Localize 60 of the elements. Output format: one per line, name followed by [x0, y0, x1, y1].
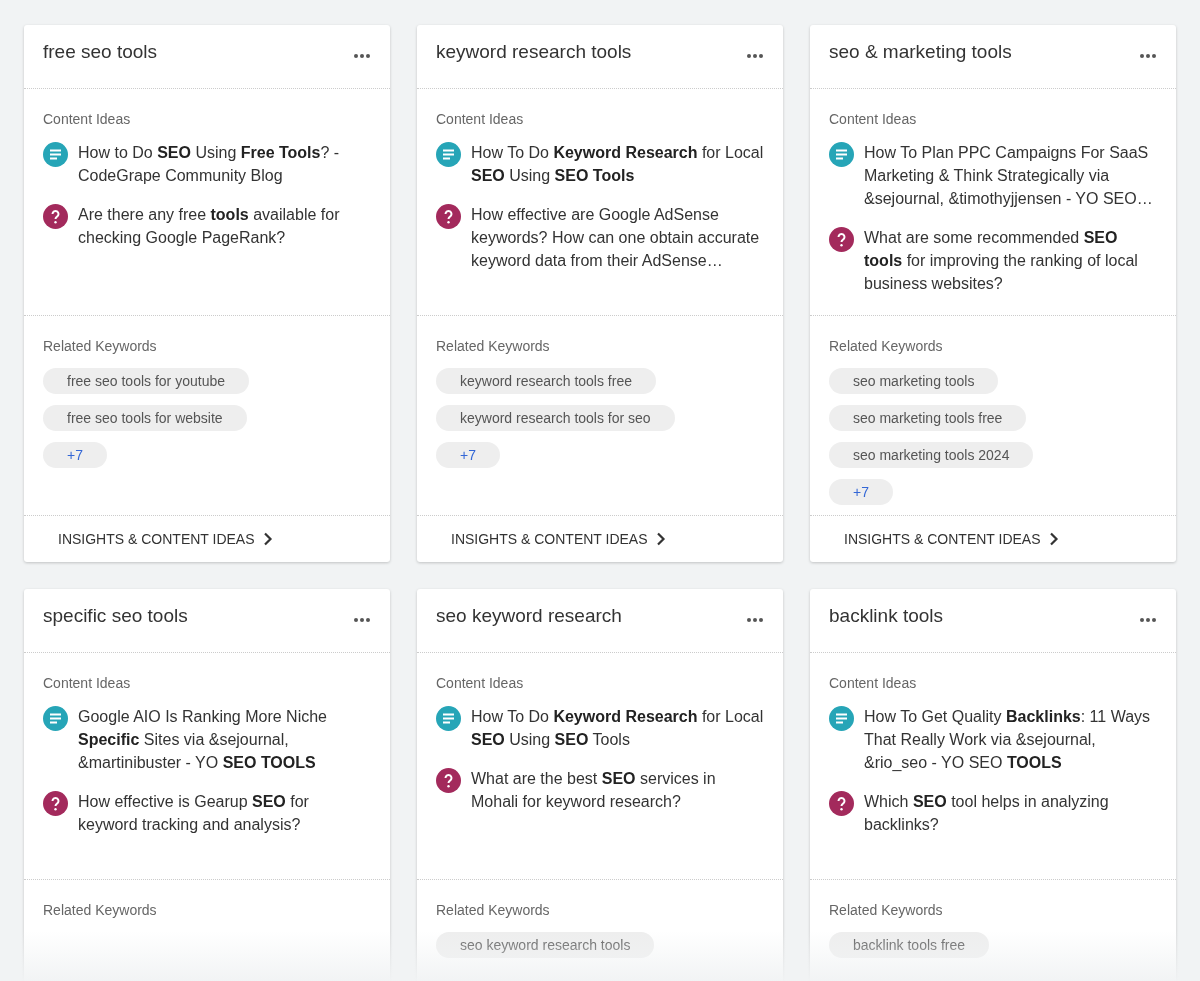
card-title: keyword research tools [436, 40, 632, 63]
content-idea: Which SEO tool helps in analyzing backlinks? [864, 792, 1110, 835]
keyword-chip[interactable]: free seo tools for website [43, 405, 247, 431]
section-label: Content Ideas [436, 675, 525, 691]
question-icon [436, 204, 461, 229]
keyword-chip[interactable]: seo marketing tools 2024 [829, 442, 1034, 468]
card-title: free seo tools [43, 40, 158, 63]
content-idea: How To Plan PPC Campaigns For SaaS Marketing & Think Strategically via &sejournal, &timothyjjensen - YO SEO… [864, 143, 1154, 209]
content-idea: Google AIO Is Ranking More Niche Specific Sites via &sejournal, &martinibuster - YO SEO TOOLS [78, 707, 328, 773]
keyword-chip[interactable]: keyword research tools free [436, 368, 656, 394]
section-label: Related Keywords [43, 338, 158, 354]
question-icon [436, 768, 461, 793]
article-icon [436, 706, 461, 731]
chevron-right-icon [1048, 532, 1059, 546]
section-label: Related Keywords [436, 338, 551, 354]
keyword-chip[interactable]: seo marketing tools [829, 368, 999, 394]
article-icon [436, 142, 461, 167]
question-icon [43, 791, 68, 816]
keyword-chip[interactable]: seo marketing tools free [829, 405, 1027, 431]
content-idea: How To Get Quality Backlinks: 11 Ways That Really Work via &sejournal, &rio_seo - YO SEO TOOLS [864, 707, 1152, 773]
article-icon [829, 142, 854, 167]
content-idea: What are the best SEO services in Mohali for keyword research? [471, 769, 717, 812]
keyword-chip[interactable]: keyword research tools for seo [436, 405, 675, 431]
keyword-chip[interactable]: backlink tools free [829, 932, 990, 958]
question-icon [43, 204, 68, 229]
chevron-right-icon [655, 532, 666, 546]
content-idea: How To Do Keyword Research for Local SEO Using SEO Tools [471, 143, 765, 186]
card-title: backlink tools [829, 604, 944, 627]
insights-link[interactable]: INSIGHTS & CONTENT IDEAS [24, 516, 390, 562]
keyword-chip[interactable]: free seo tools for youtube [43, 368, 249, 394]
content-idea: How effective are Google AdSense keywords? How can one obtain accurate keyword data from their AdSense… [471, 205, 761, 271]
content-idea: Are there any free tools available for checking Google PageRank? [78, 205, 341, 248]
section-label: Content Ideas [829, 675, 918, 691]
keyword-chip[interactable]: seo keyword research tools [436, 932, 655, 958]
more-keywords-chip[interactable]: +7 [829, 479, 893, 505]
insights-link[interactable]: INSIGHTS & CONTENT IDEAS [417, 516, 783, 562]
content-idea: How To Do Keyword Research for Local SEO Using SEO Tools [471, 707, 765, 750]
section-label: Content Ideas [43, 111, 132, 127]
section-label: Related Keywords [43, 902, 158, 918]
question-icon [829, 791, 854, 816]
section-label: Related Keywords [829, 902, 944, 918]
article-icon [829, 706, 854, 731]
more-keywords-chip[interactable]: +7 [43, 442, 107, 468]
card-title: seo & marketing tools [829, 40, 1012, 63]
question-icon [829, 227, 854, 252]
chevron-right-icon [262, 532, 273, 546]
card-title: specific seo tools [43, 604, 188, 627]
section-label: Related Keywords [829, 338, 944, 354]
section-label: Content Ideas [43, 675, 132, 691]
article-icon [43, 142, 68, 167]
section-label: Content Ideas [436, 111, 525, 127]
more-keywords-chip[interactable]: +7 [436, 442, 500, 468]
content-idea: How effective is Gearup SEO for keyword tracking and analysis? [78, 792, 310, 835]
card-title: seo keyword research [436, 604, 622, 627]
section-label: Related Keywords [436, 902, 551, 918]
section-label: Content Ideas [829, 111, 918, 127]
content-idea: How to Do SEO Using Free Tools? - CodeGrape Community Blog [78, 143, 341, 186]
article-icon [43, 706, 68, 731]
content-idea: What are some recommended SEO tools for improving the ranking of local business websites? [864, 228, 1139, 294]
insights-link[interactable]: INSIGHTS & CONTENT IDEAS [810, 516, 1176, 562]
